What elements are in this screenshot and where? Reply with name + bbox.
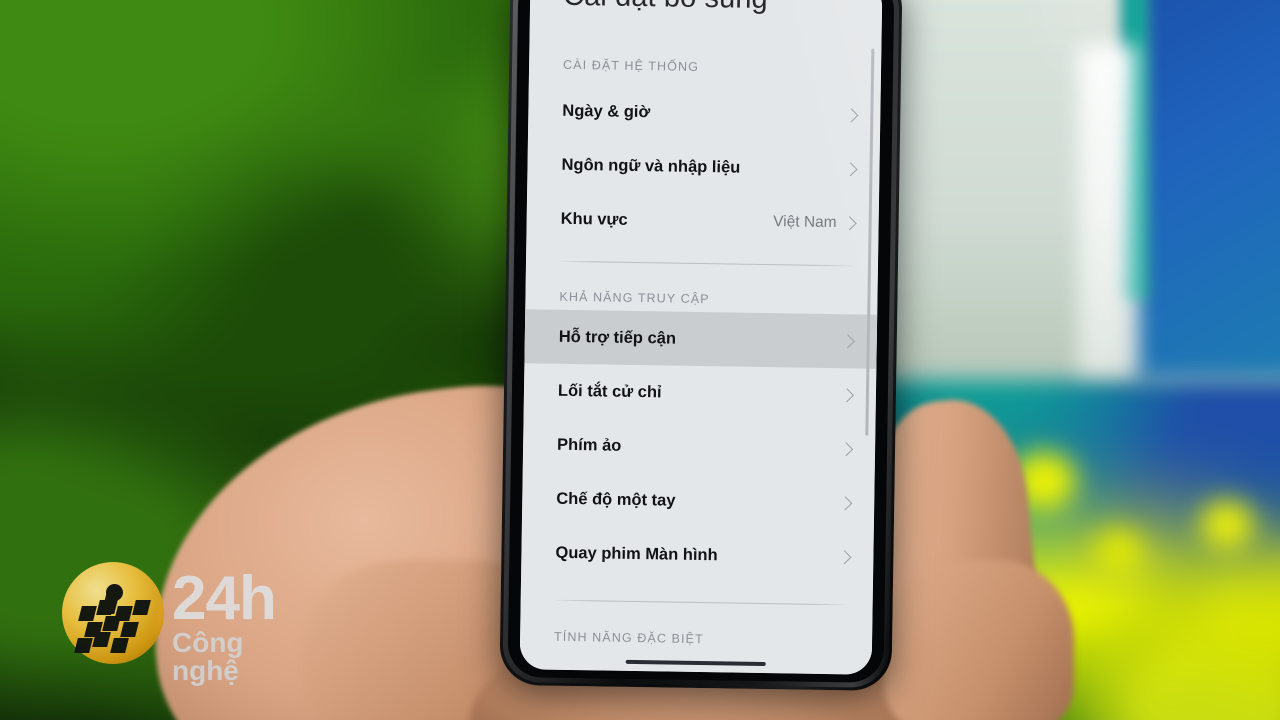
row-accessory — [839, 388, 855, 403]
section-divider-2 — [554, 599, 847, 606]
section-header-system-settings: CÀI ĐẶT HỆ THỐNG — [562, 57, 700, 74]
row-label: Lối tắt cử chỉ — [557, 381, 662, 401]
settings-app: Cài đặt bổ sung CÀI ĐẶT HỆ THỐNG Ngày & … — [519, 0, 883, 675]
chevron-right-icon — [838, 496, 853, 511]
phone-device: Cài đặt bổ sung CÀI ĐẶT HỆ THỐNG Ngày & … — [499, 0, 903, 692]
row-accessory — [843, 162, 858, 177]
settings-row-ngon-ngu-nhap-lieu[interactable]: Ngôn ngữ và nhập liệu — [527, 137, 880, 197]
settings-row-ngay-gio[interactable]: Ngày & giờ — [528, 83, 881, 143]
24h-taxi-logo-icon — [62, 562, 164, 664]
page-title: Cài đặt bổ sung — [563, 0, 768, 16]
row-accessory — [838, 496, 853, 511]
chevron-right-icon — [844, 108, 859, 123]
settings-row-phim-ao[interactable]: Phím ảo — [523, 417, 876, 477]
chevron-right-icon — [842, 216, 857, 231]
row-accessory — [840, 334, 855, 349]
watermark-tagline: Công nghệ — [172, 627, 244, 686]
row-value: Việt Nam — [773, 213, 837, 232]
row-label: Khu vực — [560, 209, 628, 229]
chevron-right-icon — [843, 162, 858, 177]
row-accessory — [844, 108, 859, 123]
row-label: Ngôn ngữ và nhập liệu — [561, 155, 741, 177]
chevron-right-icon — [839, 442, 854, 457]
screenshot-root: Cài đặt bổ sung CÀI ĐẶT HỆ THỐNG Ngày & … — [0, 0, 1280, 720]
background-yellow-flower-2 — [1096, 530, 1142, 574]
section-header-accessibility: KHẢ NĂNG TRUY CẬP — [559, 289, 710, 307]
section-divider-1 — [560, 260, 852, 267]
background-white-post — [1078, 45, 1136, 375]
row-accessory: Việt Nam — [773, 213, 857, 232]
chevron-right-icon — [840, 334, 855, 349]
hand-right-finger-lower — [884, 560, 1074, 720]
row-accessory — [839, 442, 854, 457]
settings-row-ho-tro-tiep-can[interactable]: Hỗ trợ tiếp cận — [524, 309, 878, 369]
watermark-brand: 24h — [172, 564, 277, 633]
background-yellow-flower-3 — [1200, 500, 1254, 550]
row-label: Chế độ một tay — [556, 489, 676, 510]
settings-row-khu-vuc[interactable]: Khu vực Việt Nam — [526, 191, 879, 251]
row-label: Ngày & giờ — [562, 101, 651, 121]
settings-row-quay-phim-man-hinh[interactable]: Quay phim Màn hình — [521, 525, 874, 585]
chevron-right-icon — [839, 388, 855, 403]
settings-row-loi-tat-cu-chi[interactable]: Lối tắt cử chỉ — [524, 363, 877, 423]
chevron-right-icon — [837, 550, 852, 565]
settings-scroll-area[interactable]: CÀI ĐẶT HỆ THỐNG Ngày & giờ Ngôn ngữ và … — [520, 23, 882, 674]
phone-screen: Cài đặt bổ sung CÀI ĐẶT HỆ THỐNG Ngày & … — [519, 0, 883, 675]
row-label: Phím ảo — [556, 435, 622, 455]
row-accessory — [837, 550, 852, 565]
section-header-special-features: TÍNH NĂNG ĐẶC BIỆT — [554, 629, 704, 647]
row-label: Quay phim Màn hình — [555, 543, 718, 564]
watermark: 24h Công nghệ — [62, 556, 312, 685]
settings-row-che-do-mot-tay[interactable]: Chế độ một tay — [522, 471, 875, 531]
row-label: Hỗ trợ tiếp cận — [558, 327, 677, 348]
background-blue-panel — [1135, 0, 1280, 380]
